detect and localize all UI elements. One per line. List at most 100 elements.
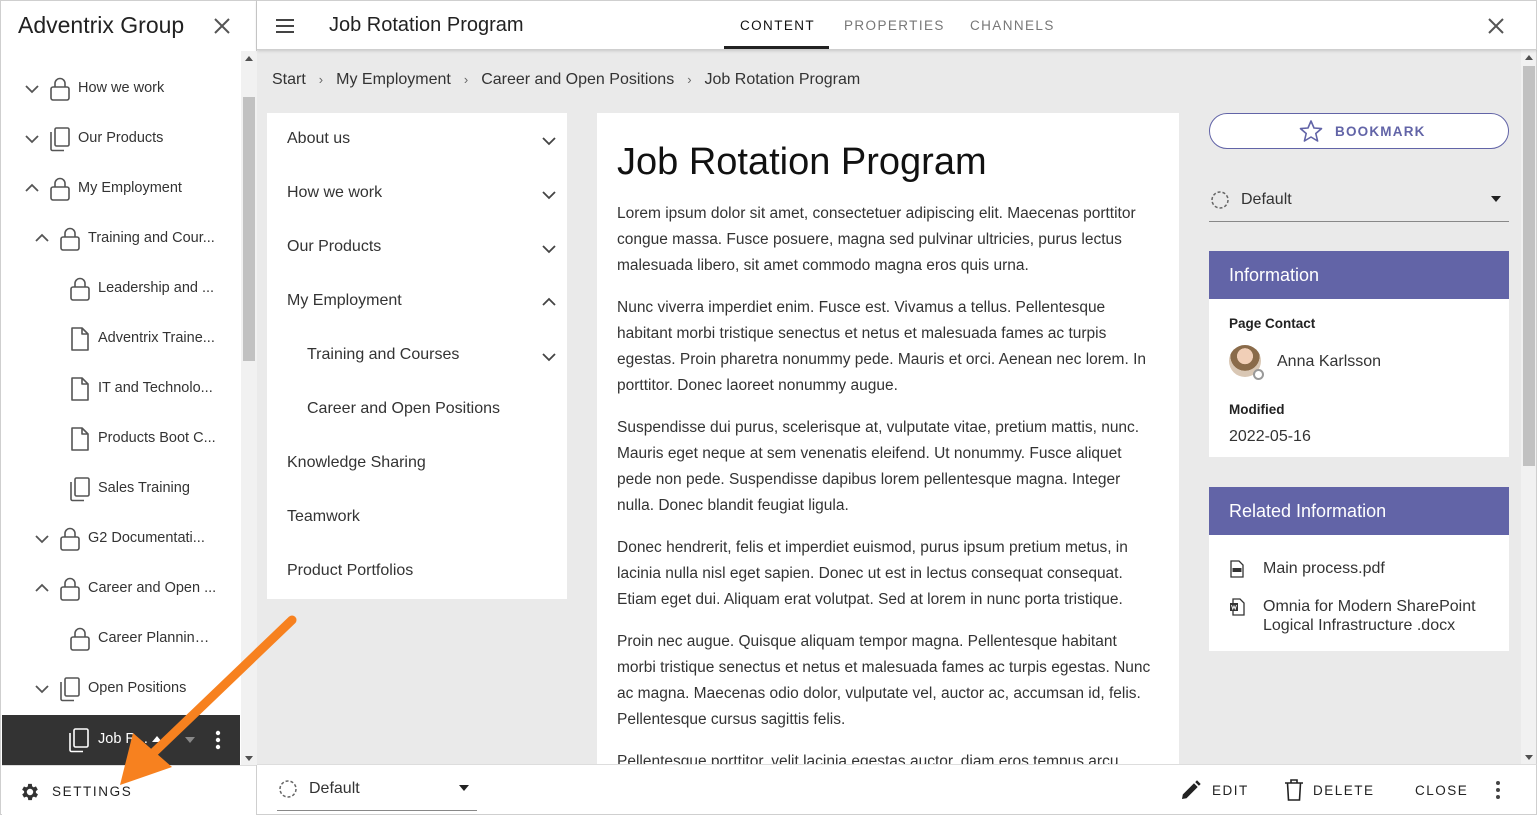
tree-item[interactable]: IT and Technolo...: [1, 364, 241, 414]
trash-icon: [1283, 778, 1305, 802]
move-down-icon[interactable]: [185, 737, 195, 743]
settings-button[interactable]: SETTINGS: [2, 765, 256, 815]
lock-icon: [48, 176, 72, 202]
tree-item[interactable]: Leadership and ...: [1, 264, 241, 314]
chevron-down-icon[interactable]: [33, 680, 51, 698]
page-nav-label: Teamwork: [287, 508, 360, 525]
breadcrumb-separator-icon: ›: [463, 72, 469, 87]
page-nav-item[interactable]: Teamwork: [267, 491, 567, 545]
edit-button[interactable]: EDIT: [1179, 765, 1269, 815]
tree-item[interactable]: Open Positions: [1, 664, 241, 714]
presence-status-icon: [1253, 369, 1264, 380]
chevron-up-icon[interactable]: [33, 230, 51, 248]
tree-item[interactable]: Products Boot C...: [1, 414, 241, 464]
page-canvas: Start › My Employment › Career and Open Posi…: [257, 50, 1521, 764]
tree-item-selected[interactable]: Job R...: [2, 715, 240, 765]
menu-icon[interactable]: [274, 15, 296, 37]
scrollbar-thumb[interactable]: [243, 97, 255, 361]
move-up-icon[interactable]: [152, 736, 162, 742]
tree-item-label: Sales Training: [98, 480, 190, 496]
tree-item-label: Career and Open ...: [88, 580, 217, 596]
tree-scrollbar[interactable]: [241, 51, 257, 765]
bottom-action-bar: Default EDIT DELETE CLOSE: [257, 764, 1537, 815]
tree-item[interactable]: G2 Documentati...: [1, 514, 241, 564]
article-title: Job Rotation Program: [617, 141, 987, 183]
page-nav-label: Career and Open Positions: [307, 400, 500, 417]
scroll-down-arrow-icon[interactable]: [245, 756, 253, 761]
tree-item[interactable]: Adventrix Traine...: [1, 314, 241, 364]
page-nav-item[interactable]: Product Portfolios: [267, 545, 567, 599]
document-link[interactable]: Main process.pdf: [1229, 559, 1499, 581]
lock-icon: [68, 626, 92, 652]
site-tree: How we work Our Products My Employment Trai…: [1, 51, 241, 715]
page-nav-label: Our Products: [287, 238, 382, 255]
breadcrumb-item[interactable]: Career and Open Positions: [481, 71, 674, 89]
breadcrumb-separator-icon: ›: [687, 72, 692, 87]
chevron-up-icon[interactable]: [23, 180, 41, 198]
chevron-down-icon[interactable]: [540, 132, 556, 148]
scroll-down-arrow-icon[interactable]: [1525, 755, 1533, 760]
scrollbar-thumb[interactable]: [1523, 66, 1535, 466]
close-icon[interactable]: [1485, 15, 1507, 37]
page-nav-item[interactable]: My Employment: [267, 275, 567, 329]
lock-icon: [68, 276, 92, 302]
page-nav-label: How we work: [287, 184, 383, 201]
chevron-down-icon[interactable]: [540, 186, 556, 202]
layout-dropdown-bottom[interactable]: Default: [277, 769, 477, 811]
chevron-down-icon[interactable]: [23, 80, 41, 98]
page-nav-item[interactable]: Knowledge Sharing: [267, 437, 567, 491]
page-nav-item[interactable]: Our Products: [267, 221, 567, 275]
modified-label: Modified: [1229, 402, 1285, 417]
breadcrumb-item[interactable]: Start: [272, 71, 306, 89]
tree-item[interactable]: How we work: [1, 64, 241, 114]
site-title: Adventrix Group: [18, 12, 185, 38]
tree-item-label: How we work: [78, 80, 165, 96]
tree-item-label: Job R...: [98, 731, 148, 747]
tree-item-label: IT and Technolo...: [98, 380, 213, 396]
layout-gear-icon: [277, 778, 299, 800]
page-scrollbar[interactable]: [1521, 50, 1537, 764]
close-icon[interactable]: [211, 15, 233, 37]
tree-item[interactable]: Career and Open ...: [1, 564, 241, 614]
tab-content[interactable]: CONTENT: [740, 18, 815, 33]
pages-icon: [58, 676, 82, 702]
tree-item[interactable]: Career Planning ...: [1, 614, 241, 664]
chevron-up-icon[interactable]: [540, 294, 556, 310]
layout-dropdown[interactable]: Default: [1209, 180, 1509, 222]
delete-button[interactable]: DELETE: [1281, 765, 1391, 815]
tree-item[interactable]: Sales Training: [1, 464, 241, 514]
document-link[interactable]: Omnia for Modern SharePoint Logical Infr…: [1229, 597, 1499, 637]
page-contact-label: Page Contact: [1229, 316, 1316, 331]
bookmark-button[interactable]: BOOKMARK: [1209, 113, 1509, 149]
tree-item-label: Products Boot C...: [98, 430, 216, 446]
chevron-down-icon[interactable]: [540, 240, 556, 256]
tab-channels[interactable]: CHANNELS: [970, 18, 1055, 33]
scroll-up-arrow-icon[interactable]: [1525, 55, 1533, 60]
chevron-down-icon[interactable]: [540, 348, 556, 364]
page-nav-item[interactable]: How we work: [267, 167, 567, 221]
related-information-header: Related Information: [1209, 487, 1509, 535]
breadcrumb-item[interactable]: My Employment: [336, 71, 451, 89]
page-nav-item[interactable]: Training and Courses: [267, 329, 567, 383]
dropdown-caret-icon: [1491, 196, 1501, 202]
settings-label: SETTINGS: [52, 784, 133, 799]
scroll-up-arrow-icon[interactable]: [245, 56, 253, 61]
pdf-file-icon: [1229, 560, 1245, 578]
contact-name[interactable]: Anna Karlsson: [1277, 353, 1381, 371]
page-nav-item[interactable]: About us: [267, 113, 567, 167]
close-button[interactable]: CLOSE: [1412, 765, 1472, 815]
more-options-icon[interactable]: [207, 728, 229, 752]
chevron-down-icon[interactable]: [33, 530, 51, 548]
page-nav-item[interactable]: Career and Open Positions: [267, 383, 567, 437]
chevron-down-icon[interactable]: [23, 130, 41, 148]
tree-item[interactable]: Our Products: [1, 114, 241, 164]
tree-item[interactable]: My Employment: [1, 164, 241, 214]
tree-item[interactable]: Training and Cour...: [1, 214, 241, 264]
pages-icon: [48, 126, 72, 152]
document-name: Main process.pdf: [1263, 560, 1385, 577]
layout-gear-icon: [1209, 189, 1231, 211]
tab-properties[interactable]: PROPERTIES: [844, 18, 945, 33]
more-options-icon[interactable]: [1488, 779, 1508, 801]
chevron-up-icon[interactable]: [33, 580, 51, 598]
pages-icon: [67, 727, 91, 753]
